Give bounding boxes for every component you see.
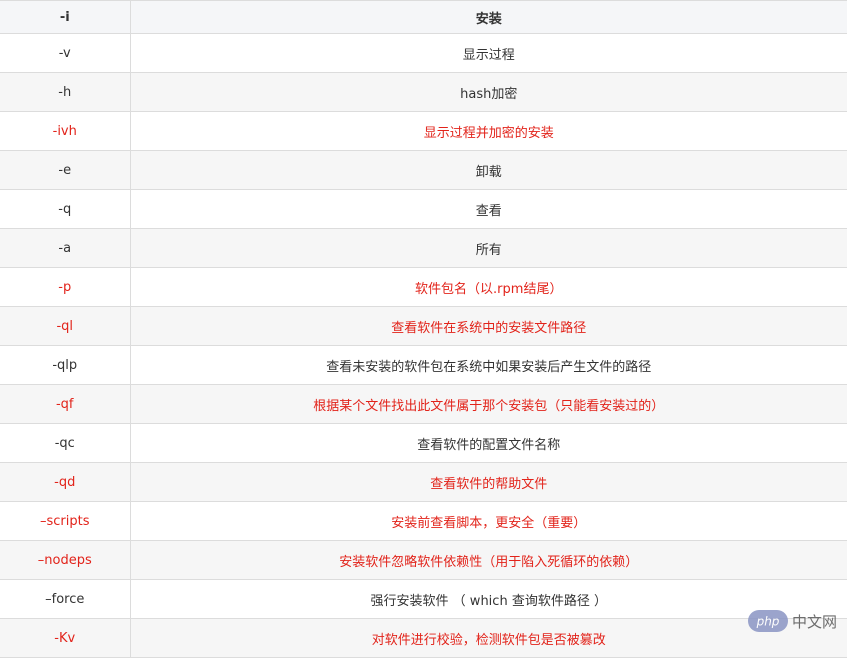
- option-cell: –scripts: [0, 501, 130, 541]
- table-row: -ivh 显示过程并加密的安装: [0, 111, 847, 151]
- option-cell: -qlp: [0, 345, 130, 385]
- option-cell: -h: [0, 72, 130, 112]
- table-row: -qd 查看软件的帮助文件: [0, 462, 847, 502]
- option-cell: -q: [0, 189, 130, 229]
- table-header-row: -i 安装: [0, 0, 847, 34]
- description-cell: 根据某个文件找出此文件属于那个安装包（只能看安装过的）: [129, 384, 847, 424]
- option-cell: -qc: [0, 423, 130, 463]
- option-cell: -ivh: [0, 111, 130, 151]
- table-row: -qlp 查看未安装的软件包在系统中如果安装后产生文件的路径: [0, 345, 847, 385]
- table-row: -v 显示过程: [0, 33, 847, 73]
- table-row: –scripts 安装前查看脚本，更安全（重要）: [0, 501, 847, 541]
- description-cell: 显示过程: [129, 33, 847, 73]
- table-row: –force 强行安装软件 （ which 查询软件路径 ）: [0, 579, 847, 619]
- rpm-options-table: -i 安装 -v 显示过程 -h hash加密 -ivh 显示过程并加密的安装 -e 卸载 -q…: [0, 0, 847, 658]
- watermark-text: 中文网: [791, 612, 837, 631]
- header-option: -i: [0, 0, 130, 34]
- description-cell: 查看软件的帮助文件: [129, 462, 847, 502]
- description-cell: 查看软件在系统中的安装文件路径: [129, 306, 847, 346]
- option-cell: -qd: [0, 462, 130, 502]
- table-row: -qc 查看软件的配置文件名称: [0, 423, 847, 463]
- description-cell: 强行安装软件 （ which 查询软件路径 ）: [129, 579, 847, 619]
- option-cell: -ql: [0, 306, 130, 346]
- table-row: -p 软件包名（以.rpm结尾）: [0, 267, 847, 307]
- option-cell: -v: [0, 33, 130, 73]
- header-description: 安装: [129, 0, 847, 34]
- table-row: -qf 根据某个文件找出此文件属于那个安装包（只能看安装过的）: [0, 384, 847, 424]
- description-cell: 安装软件忽略软件依赖性（用于陷入死循环的依赖）: [129, 540, 847, 580]
- table-row: -ql 查看软件在系统中的安装文件路径: [0, 306, 847, 346]
- option-cell: –nodeps: [0, 540, 130, 580]
- description-cell: 查看软件的配置文件名称: [129, 423, 847, 463]
- option-cell: -p: [0, 267, 130, 307]
- table-row: -e 卸载: [0, 150, 847, 190]
- php-cn-watermark: php 中文网: [747, 610, 837, 632]
- description-cell: 安装前查看脚本，更安全（重要）: [129, 501, 847, 541]
- table-row: -h hash加密: [0, 72, 847, 112]
- description-cell: 软件包名（以.rpm结尾）: [129, 267, 847, 307]
- description-cell: 查看: [129, 189, 847, 229]
- option-cell: -e: [0, 150, 130, 190]
- description-cell: 所有: [129, 228, 847, 268]
- table-row: -q 查看: [0, 189, 847, 229]
- option-cell: -qf: [0, 384, 130, 424]
- option-cell: -a: [0, 228, 130, 268]
- svg-text:php: php: [756, 615, 780, 629]
- option-cell: –force: [0, 579, 130, 619]
- description-cell: 卸载: [129, 150, 847, 190]
- table-row: –nodeps 安装软件忽略软件依赖性（用于陷入死循环的依赖）: [0, 540, 847, 580]
- description-cell: 显示过程并加密的安装: [129, 111, 847, 151]
- description-cell: 查看未安装的软件包在系统中如果安装后产生文件的路径: [129, 345, 847, 385]
- description-cell: hash加密: [129, 72, 847, 112]
- table-row: -a 所有: [0, 228, 847, 268]
- php-logo-icon: php: [747, 610, 788, 632]
